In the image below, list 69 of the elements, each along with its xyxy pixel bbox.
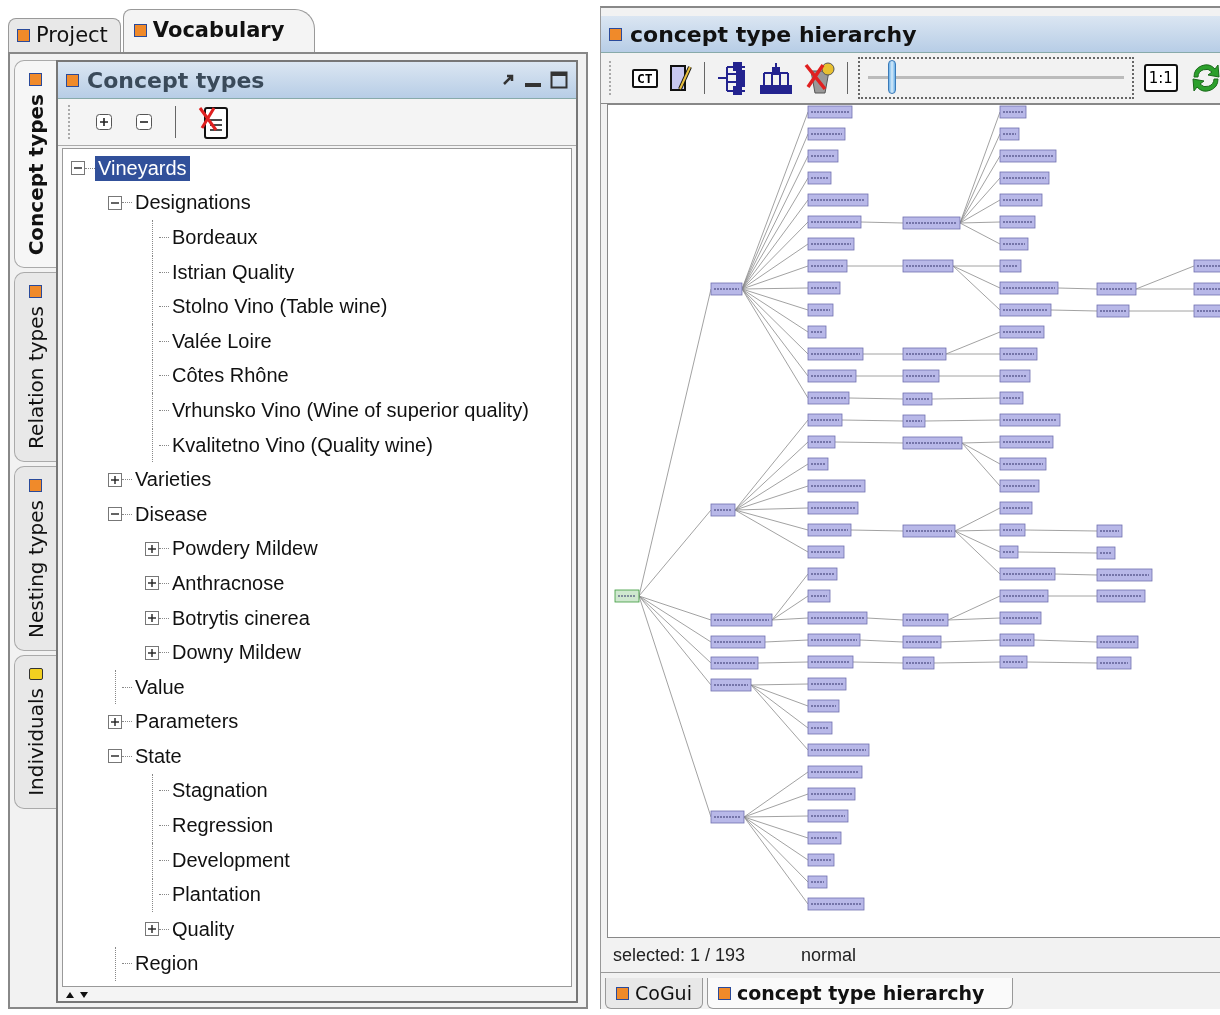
view-icon bbox=[616, 986, 629, 1000]
tree-item[interactable]: Powdery Mildew bbox=[169, 536, 321, 562]
expand-toggle[interactable] bbox=[145, 645, 159, 660]
tree-item[interactable]: Varieties bbox=[132, 467, 215, 493]
scroll-arrows-icon[interactable] bbox=[64, 991, 90, 999]
expand-toggle[interactable] bbox=[108, 472, 122, 487]
view-tab[interactable]: Project bbox=[8, 18, 121, 52]
tree-item[interactable]: Parameters bbox=[132, 709, 242, 735]
maximize-icon[interactable] bbox=[550, 71, 568, 89]
tree-item[interactable]: Stolno Vino (Table wine) bbox=[169, 294, 391, 320]
edit-page-icon[interactable] bbox=[667, 63, 694, 93]
expand-all-icon[interactable] bbox=[95, 113, 113, 131]
view-icon bbox=[29, 73, 42, 86]
collapse-toggle[interactable] bbox=[108, 507, 122, 522]
side-tab[interactable]: Individuals bbox=[14, 655, 56, 809]
ct-button[interactable]: CT bbox=[632, 68, 658, 88]
tree-item[interactable]: Development bbox=[169, 847, 293, 873]
side-tab[interactable]: Nesting types bbox=[14, 466, 56, 652]
tree-item[interactable]: Anthracnose bbox=[169, 570, 288, 596]
view-title: Concept types bbox=[87, 67, 265, 93]
tree-item[interactable]: Valée Loire bbox=[169, 328, 275, 354]
tree-item[interactable]: Kvalitetno Vino (Quality wine) bbox=[169, 432, 436, 458]
view-icon bbox=[17, 28, 30, 42]
view-icon bbox=[66, 73, 79, 87]
collapse-all-icon[interactable] bbox=[135, 113, 153, 131]
tree-item[interactable]: Plantation bbox=[169, 882, 264, 908]
expand-toggle[interactable] bbox=[145, 922, 159, 937]
collapse-toggle[interactable] bbox=[71, 161, 85, 176]
collapse-toggle[interactable] bbox=[108, 749, 122, 764]
mode-label: normal bbox=[801, 944, 857, 966]
view-icon bbox=[29, 285, 42, 299]
editor-title: concept type hierarchy bbox=[630, 21, 917, 47]
delete-clipboard-icon[interactable] bbox=[198, 104, 230, 140]
view-icon bbox=[133, 23, 147, 37]
side-tab[interactable]: Relation types bbox=[14, 272, 56, 463]
tree-item[interactable]: Quality bbox=[169, 916, 238, 942]
view-icon bbox=[717, 986, 731, 1000]
tree-item[interactable]: Designations bbox=[132, 190, 254, 216]
slider-thumb[interactable] bbox=[888, 60, 897, 94]
tree-item[interactable]: State bbox=[132, 743, 185, 769]
hierarchy-icon[interactable] bbox=[758, 61, 793, 95]
tree-item[interactable]: Botrytis cinerea bbox=[169, 605, 313, 631]
editor-tab[interactable]: concept type hierarchy bbox=[706, 978, 1014, 1009]
side-tab[interactable]: Concept types bbox=[14, 60, 56, 269]
tree-item[interactable]: Bordeaux bbox=[169, 225, 261, 250]
tree-item[interactable]: Vineyards bbox=[95, 155, 190, 181]
tree-item[interactable]: Value bbox=[132, 674, 188, 700]
tree-item[interactable]: Vrhunsko Vino (Wine of superior quality) bbox=[169, 397, 532, 423]
tree-item[interactable]: Disease bbox=[132, 501, 211, 527]
lock-icon bbox=[28, 668, 43, 681]
expand-toggle[interactable] bbox=[145, 541, 159, 556]
tree-item[interactable]: Downy Mildew bbox=[169, 640, 304, 666]
actual-size-button[interactable]: 1:1 bbox=[1143, 64, 1178, 92]
tree-item[interactable]: Region bbox=[132, 951, 202, 977]
tree-item[interactable]: Stagnation bbox=[169, 778, 271, 804]
view-icon bbox=[29, 479, 42, 493]
tree-item[interactable]: Regression bbox=[169, 813, 277, 839]
editor-tab[interactable]: CoGui bbox=[605, 978, 703, 1009]
view-tab[interactable]: Vocabulary bbox=[122, 9, 316, 52]
tree-item[interactable]: Côtes Rhône bbox=[169, 363, 292, 389]
collapse-toggle[interactable] bbox=[108, 195, 122, 210]
tree-item[interactable]: Istrian Quality bbox=[169, 259, 298, 285]
expand-toggle[interactable] bbox=[145, 611, 159, 625]
selection-count: selected: 1 / 193 bbox=[613, 944, 746, 966]
view-icon bbox=[609, 27, 622, 41]
delete-tool-icon[interactable] bbox=[802, 61, 837, 95]
expand-toggle[interactable] bbox=[108, 714, 122, 729]
zoom-slider[interactable] bbox=[857, 57, 1134, 99]
expand-toggle[interactable] bbox=[145, 576, 159, 591]
